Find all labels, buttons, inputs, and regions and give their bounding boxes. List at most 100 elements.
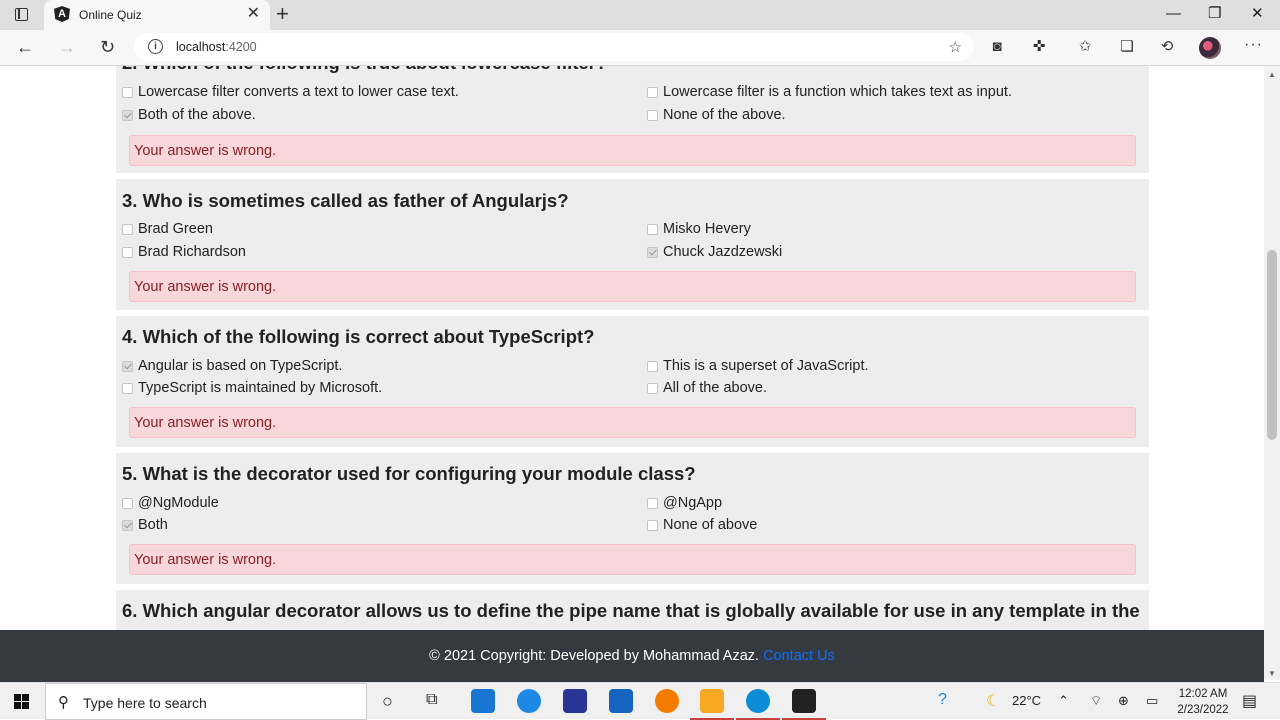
option[interactable]: All of the above. <box>647 380 767 396</box>
option-checkbox[interactable] <box>647 224 658 235</box>
task-view-icon[interactable]: ⧉ <box>426 691 437 709</box>
option[interactable]: @NgModule <box>122 495 219 511</box>
close-window-button[interactable]: ✕ <box>1251 6 1264 22</box>
question-title: 2. Which of the following is true about … <box>122 66 607 74</box>
question-card: 6. Which angular decorator allows us to … <box>116 590 1149 630</box>
address-bar[interactable]: i localhost:4200 ☆ <box>134 33 974 61</box>
page-viewport: 2. Which of the following is true about … <box>0 66 1264 630</box>
search-icon: ⚲ <box>58 694 69 711</box>
tab-actions-icon[interactable] <box>12 6 32 24</box>
option-checkbox[interactable] <box>122 247 133 258</box>
network-icon[interactable]: ⊕ <box>1118 693 1129 709</box>
option-checkbox[interactable] <box>122 498 133 509</box>
collections-icon[interactable]: ❏ <box>1118 38 1136 56</box>
store-icon[interactable] <box>471 689 495 713</box>
favorites-icon[interactable]: ✩ <box>1076 38 1094 56</box>
extension-shield-icon[interactable]: ◙ <box>988 38 1006 56</box>
option-checkbox[interactable] <box>122 224 133 235</box>
mail-icon[interactable] <box>609 689 633 713</box>
option-checkbox[interactable] <box>122 361 133 372</box>
edge-icon[interactable] <box>736 689 780 720</box>
wrong-answer-alert: Your answer is wrong. <box>129 544 1136 575</box>
option-checkbox[interactable] <box>647 498 658 509</box>
profile-avatar[interactable] <box>1199 37 1221 59</box>
option[interactable]: None of the above. <box>647 107 786 123</box>
battery-icon[interactable]: ▭ <box>1146 693 1158 709</box>
question-title: 6. Which angular decorator allows us to … <box>122 600 1140 621</box>
browser-titlebar: A Online Quiz ✕ + — ❐ ✕ <box>0 0 1280 30</box>
windows-start-icon[interactable] <box>14 694 30 710</box>
weather-temp[interactable]: 22°C <box>1012 693 1041 708</box>
option[interactable]: Both <box>122 517 168 533</box>
question-card: 2. Which of the following is true about … <box>116 66 1149 179</box>
new-tab-button[interactable]: + <box>276 3 289 25</box>
option[interactable]: TypeScript is maintained by Microsoft. <box>122 380 382 396</box>
question-title: 3. Who is sometimes called as father of … <box>122 190 569 211</box>
history-icon[interactable]: ⟲ <box>1158 38 1176 56</box>
angular-favicon-icon: A <box>54 6 70 22</box>
option-checkbox[interactable] <box>647 110 658 121</box>
copyright-text: © 2021 Copyright: Developed by Mohammad … <box>429 648 760 664</box>
scrollbar-thumb[interactable] <box>1267 250 1277 440</box>
terminal-icon[interactable] <box>782 689 826 720</box>
browser-toolbar: ← → ↻ i localhost:4200 ☆ ◙ ✜ ✩ ❏ ⟲ ··· <box>0 30 1280 66</box>
page-footer: © 2021 Copyright: Developed by Mohammad … <box>0 630 1264 682</box>
option-checkbox[interactable] <box>647 87 658 98</box>
add-favorite-icon[interactable]: ☆ <box>949 38 962 56</box>
site-info-icon[interactable]: i <box>148 39 163 54</box>
windows-taskbar: ⚲ Type here to search ○ ⧉ ? ☾ 22°C ⌃ ⌔ ⊕… <box>0 682 1280 720</box>
option[interactable]: Chuck Jazdzewski <box>647 244 782 260</box>
option[interactable]: Angular is based on TypeScript. <box>122 358 342 374</box>
search-placeholder: Type here to search <box>83 695 207 711</box>
option-checkbox[interactable] <box>647 520 658 531</box>
help-icon[interactable]: ? <box>938 691 947 709</box>
contact-us-link[interactable]: Contact Us <box>763 648 835 664</box>
scroll-down-icon[interactable]: ▼ <box>1268 669 1276 678</box>
option[interactable]: Brad Green <box>122 221 213 237</box>
extensions-puzzle-icon[interactable]: ✜ <box>1030 38 1048 56</box>
wifi-icon[interactable]: ⌔ <box>1090 693 1102 709</box>
browser-tab[interactable]: A Online Quiz ✕ <box>44 0 270 30</box>
cortana-icon[interactable]: ○ <box>382 691 393 712</box>
notifications-icon[interactable]: ▤ <box>1242 691 1257 711</box>
tray-chevron-icon[interactable]: ⌃ <box>1058 693 1069 709</box>
teamviewer-icon[interactable] <box>517 689 541 713</box>
tab-close-icon[interactable]: ✕ <box>247 6 260 22</box>
option[interactable]: Brad Richardson <box>122 244 246 260</box>
wrong-answer-alert: Your answer is wrong. <box>129 135 1136 166</box>
option-checkbox[interactable] <box>647 383 658 394</box>
page-scrollbar[interactable]: ▲ ▼ <box>1264 66 1280 680</box>
question-card: 5. What is the decorator used for config… <box>116 453 1149 590</box>
minimize-button[interactable]: — <box>1166 6 1181 22</box>
option-checkbox[interactable] <box>647 361 658 372</box>
url-text[interactable]: localhost:4200 <box>176 40 257 54</box>
option-checkbox[interactable] <box>122 520 133 531</box>
option[interactable]: This is a superset of JavaScript. <box>647 358 869 374</box>
option[interactable]: Misko Hevery <box>647 221 751 237</box>
maximize-button[interactable]: ❐ <box>1208 6 1221 22</box>
taskbar-search[interactable]: ⚲ Type here to search <box>45 683 367 720</box>
wrong-answer-alert: Your answer is wrong. <box>129 271 1136 302</box>
option-checkbox[interactable] <box>122 383 133 394</box>
more-menu-icon[interactable]: ··· <box>1244 36 1263 54</box>
forward-arrow-icon[interactable]: → <box>58 36 76 58</box>
option-checkbox[interactable] <box>122 110 133 121</box>
taskbar-clock[interactable]: 12:02 AM 2/23/2022 <box>1168 686 1238 718</box>
option[interactable]: Both of the above. <box>122 107 256 123</box>
back-arrow-icon[interactable]: ← <box>16 36 34 58</box>
refresh-icon[interactable]: ↻ <box>100 36 115 58</box>
question-title: 4. Which of the following is correct abo… <box>122 326 595 347</box>
option[interactable]: Lowercase filter is a function which tak… <box>647 84 1012 100</box>
option-checkbox[interactable] <box>647 247 658 258</box>
option-checkbox[interactable] <box>122 87 133 98</box>
media-app-icon[interactable] <box>655 689 679 713</box>
question-card: 4. Which of the following is correct abo… <box>116 316 1149 453</box>
wrong-answer-alert: Your answer is wrong. <box>129 407 1136 438</box>
option[interactable]: Lowercase filter converts a text to lowe… <box>122 84 459 100</box>
option[interactable]: None of above <box>647 517 757 533</box>
dev-app-icon[interactable] <box>563 689 587 713</box>
weather-moon-icon[interactable]: ☾ <box>986 691 1000 711</box>
scroll-up-icon[interactable]: ▲ <box>1268 70 1276 79</box>
file-explorer-icon[interactable] <box>690 689 734 720</box>
option[interactable]: @NgApp <box>647 495 722 511</box>
